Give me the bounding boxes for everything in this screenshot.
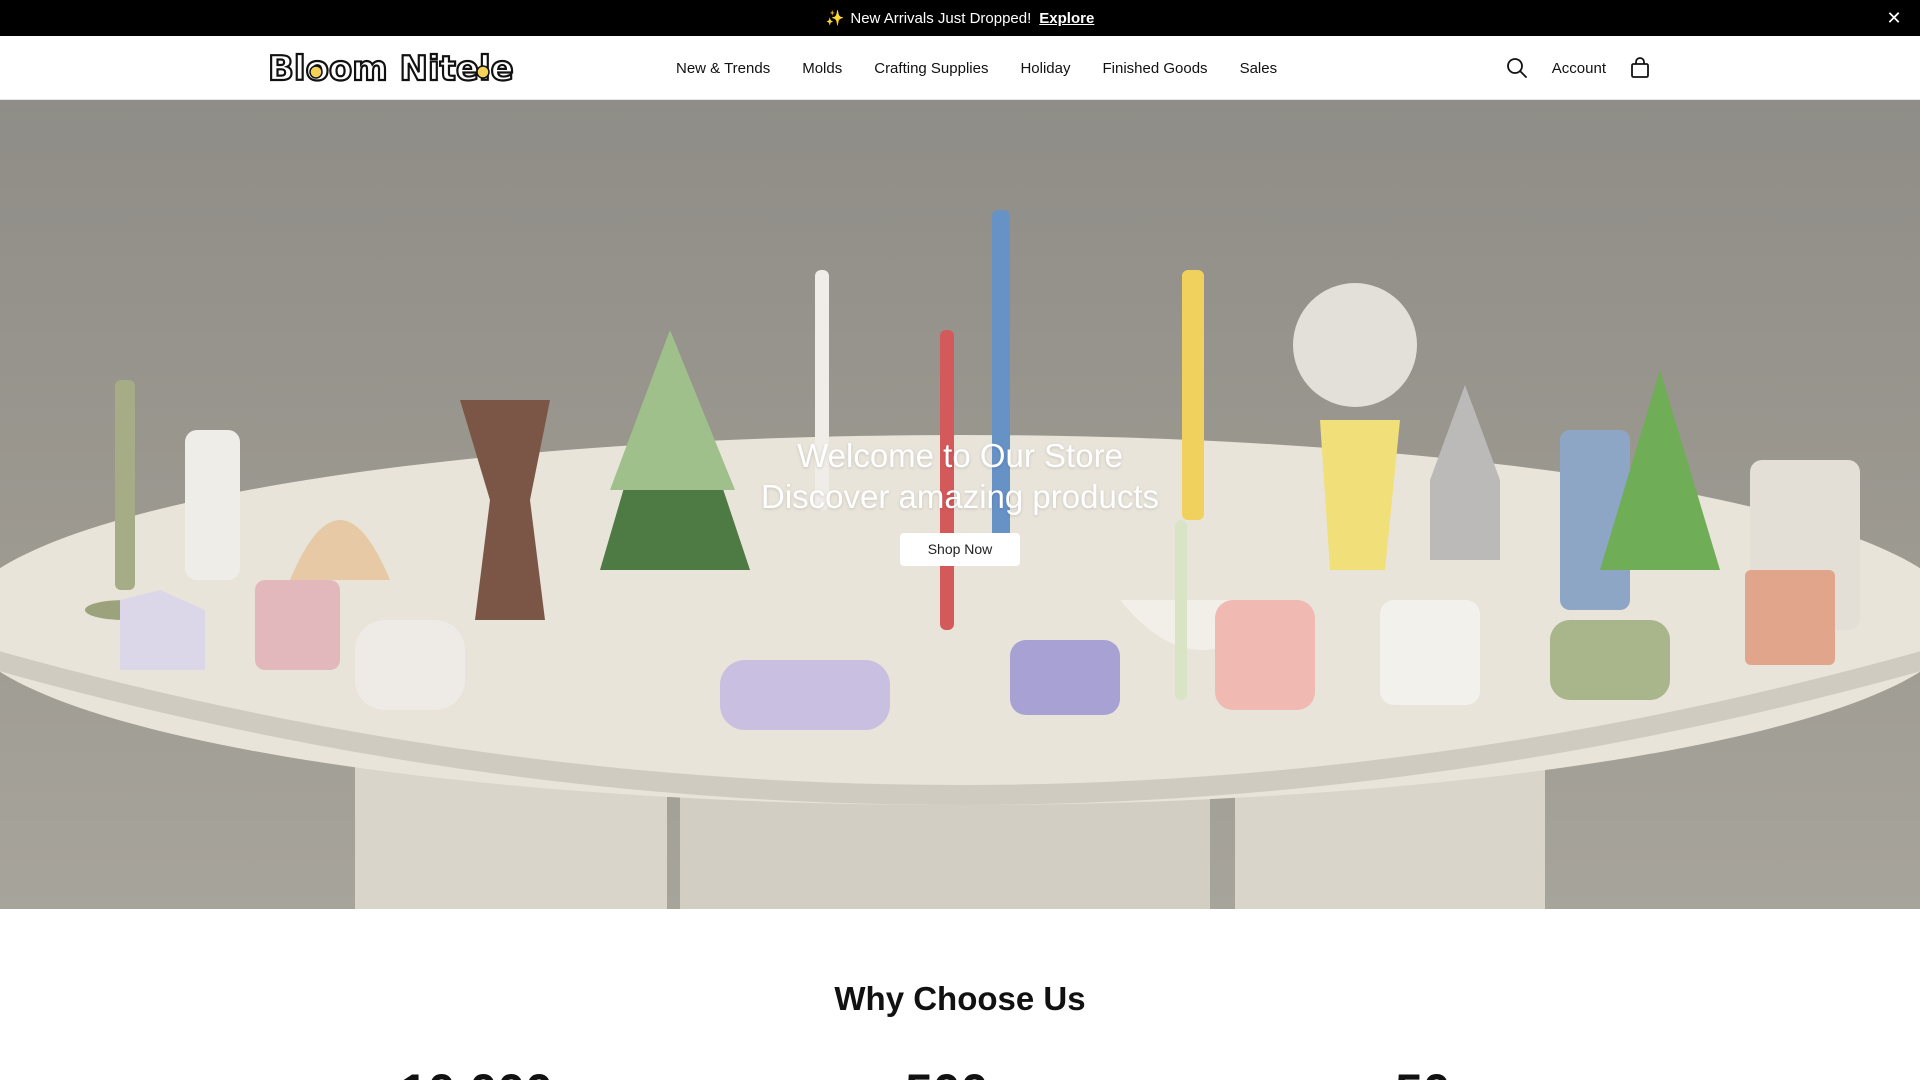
hero-title: Welcome to Our Store — [797, 437, 1123, 474]
search-icon[interactable] — [1506, 57, 1528, 79]
nav-item-finished-goods[interactable]: Finished Goods — [1103, 60, 1208, 77]
explore-link[interactable]: Explore — [1039, 10, 1094, 27]
hero-content: Welcome to Our Store Discover amazing pr… — [0, 435, 1920, 566]
hero-banner: Welcome to Our Store Discover amazing pr… — [0, 100, 1920, 909]
hero-subtitle: Discover amazing products — [761, 478, 1159, 515]
shopping-bag-icon[interactable] — [1630, 57, 1650, 79]
nav-item-new-trends[interactable]: New & Trends — [676, 60, 770, 77]
stat-value: 50 — [1395, 1062, 1451, 1080]
stats-row: 10,000 500 50 — [0, 1062, 1920, 1080]
site-header: Bloom Nitele New & Trends Molds Crafting… — [0, 36, 1920, 100]
why-choose-us-heading: Why Choose Us — [834, 980, 1086, 1017]
main-nav: New & Trends Molds Crafting Supplies Hol… — [660, 36, 1293, 100]
nav-item-molds[interactable]: Molds — [802, 60, 842, 77]
shop-now-button[interactable]: Shop Now — [900, 533, 1020, 566]
close-icon[interactable]: ✕ — [1884, 8, 1904, 28]
svg-text:Bloom Nitele: Bloom Nitele — [268, 49, 514, 88]
stat-value: 500 — [905, 1062, 988, 1080]
nav-item-crafting-supplies[interactable]: Crafting Supplies — [874, 60, 988, 77]
sparkles-icon: ✨ — [825, 10, 845, 27]
account-link[interactable]: Account — [1552, 60, 1606, 77]
announcement-bar: ✨ New Arrivals Just Dropped! Explore ✕ — [0, 0, 1920, 36]
stat-value: 10,000 — [400, 1062, 553, 1080]
announcement-text: New Arrivals Just Dropped! — [850, 9, 1032, 27]
header-actions: Account — [1506, 36, 1650, 100]
nav-item-holiday[interactable]: Holiday — [1020, 60, 1070, 77]
nav-item-sales[interactable]: Sales — [1240, 60, 1278, 77]
brand-logo[interactable]: Bloom Nitele — [268, 48, 533, 88]
